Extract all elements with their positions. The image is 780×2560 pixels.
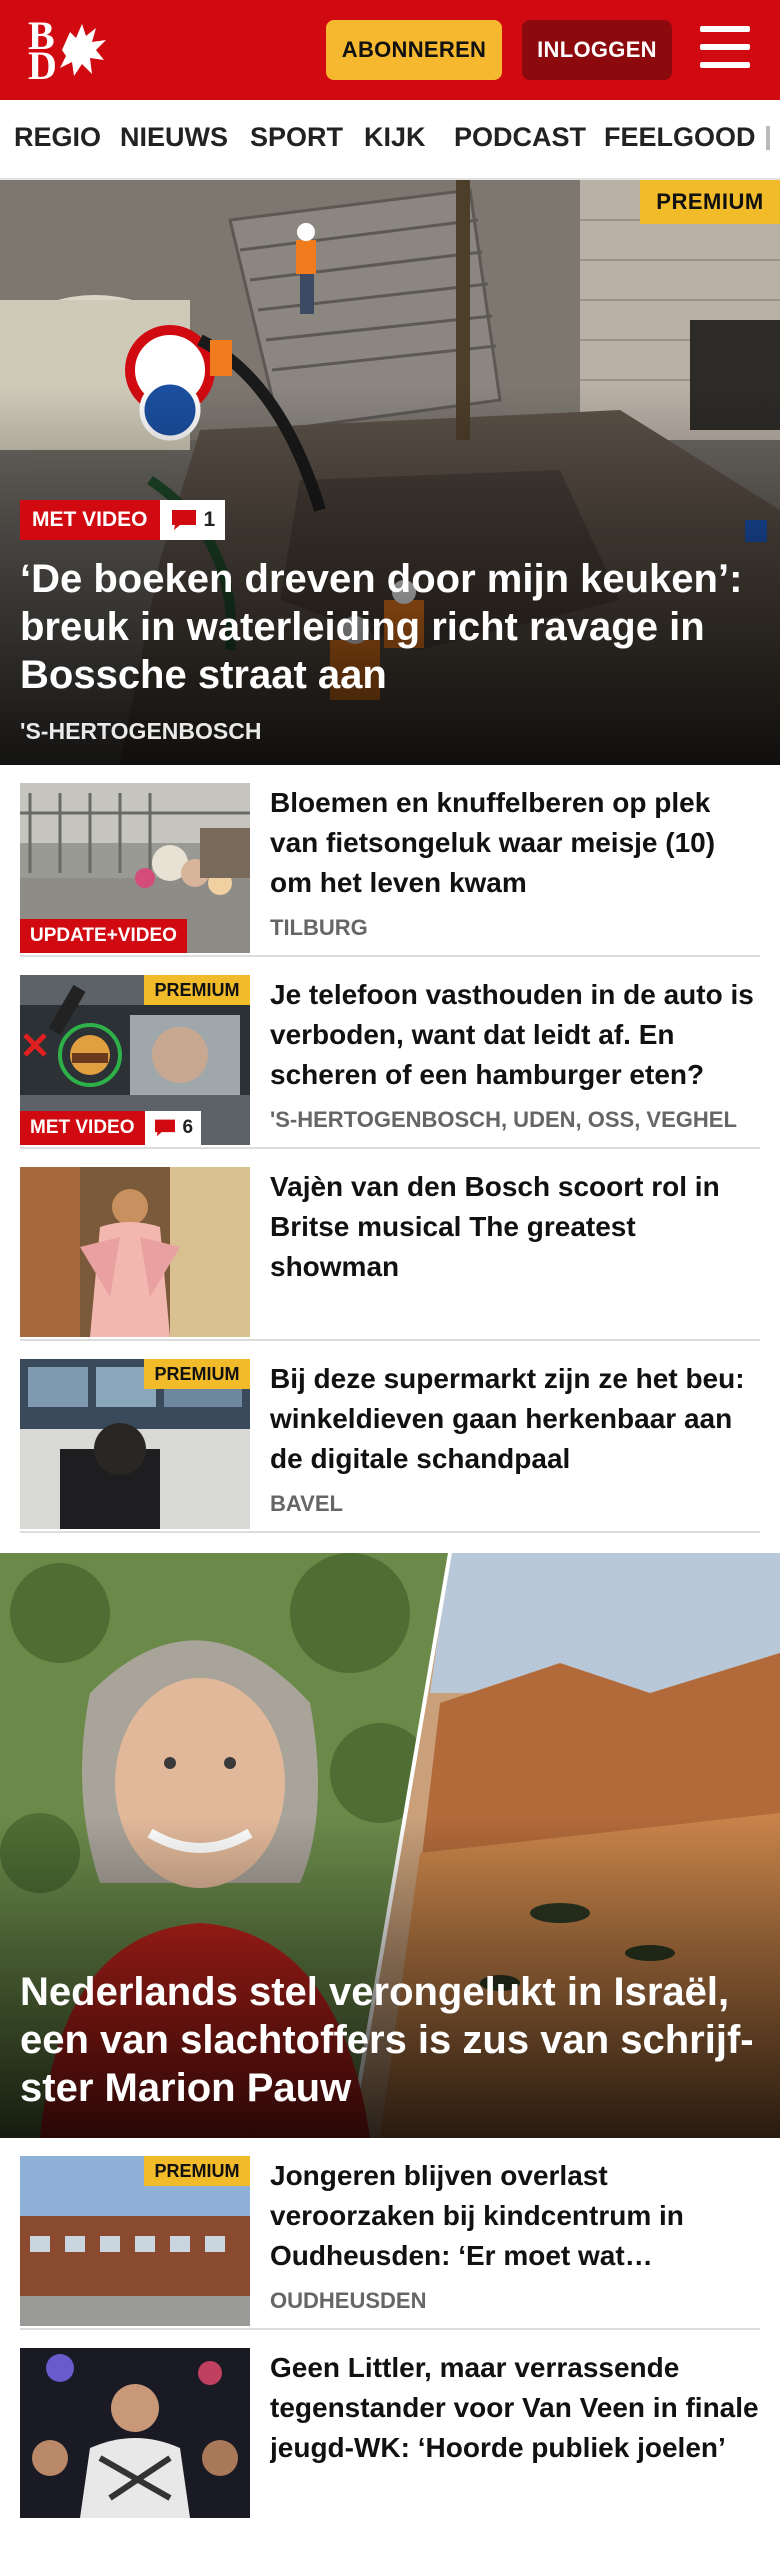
article-location: 'S-HERTOGENBOSCH, UDEN, OSS, VEGHEL [270, 1107, 737, 1132]
hamburger-icon[interactable] [700, 26, 752, 70]
nav-item-feelgood[interactable]: FEELGOOD [604, 122, 756, 153]
hero-title[interactable]: ‘De boeken dreven door mijn keuken’: bre… [20, 555, 760, 699]
hero-location: 'S-HERTOGENBOSCH [20, 718, 262, 744]
update-video-badge: UPDATE+VIDEO [20, 919, 187, 953]
premium-badge: PREMIUM [144, 1359, 250, 1389]
video-badge: MET VIDEO [20, 1111, 145, 1145]
article-thumbnail: UPDATE+VIDEO [20, 783, 250, 953]
article-title[interactable]: Jongeren blijven overlast veroorzaken bi… [270, 2156, 760, 2276]
list-item[interactable]: PREMIUM MET VIDEO 6 Je telefoon vasthoud… [20, 957, 760, 1149]
article-thumbnail [20, 2348, 250, 2518]
article-title[interactable]: Bloemen en knuffelberen op plek van fiet… [270, 783, 760, 903]
hero-badges: MET VIDEO 1 [20, 500, 226, 540]
subscribe-button[interactable]: ABONNEREN [326, 20, 502, 80]
nav-item-nieuws[interactable]: NIEUWS [120, 122, 228, 153]
article-thumbnail [20, 1167, 250, 1337]
article-location: OUDHEUSDEN [270, 2288, 427, 2313]
premium-badge: PREMIUM [144, 975, 250, 1005]
article-thumbnail: PREMIUM [20, 1359, 250, 1529]
login-button[interactable]: INLOGGEN [522, 20, 672, 80]
nav-item-sport[interactable]: SPORT [250, 122, 343, 153]
article-title[interactable]: Vajèn van den Bosch scoort rol in Britse… [270, 1167, 760, 1287]
list-item[interactable]: Vajèn van den Bosch scoort rol in Britse… [20, 1149, 760, 1341]
premium-badge: PREMIUM [144, 2156, 250, 2186]
nav-item-kijk[interactable]: KIJK [364, 122, 426, 153]
list-item[interactable]: PREMIUM Jongeren blijven overlast veroor… [20, 2138, 760, 2330]
article-thumbnail: PREMIUM [20, 2156, 250, 2326]
section-nav: REGIO NIEUWS SPORT KIJK PODCAST FEELGOOD [0, 100, 780, 180]
video-badge: MET VIDEO [20, 500, 160, 540]
feature-article[interactable]: Nederlands stel verongelukt in Israël, e… [0, 1553, 780, 2138]
comment-count-value: 6 [182, 1117, 194, 1138]
speech-bubble-icon [154, 1119, 175, 1137]
site-logo[interactable]: B D [26, 16, 112, 86]
article-title[interactable]: Bij deze supermarkt zijn ze het beu: win… [270, 1359, 760, 1479]
article-thumbnail: PREMIUM MET VIDEO 6 [20, 975, 250, 1145]
speech-bubble-icon [171, 510, 196, 530]
nav-overflow-indicator [766, 126, 770, 150]
article-badges: UPDATE+VIDEO [20, 919, 187, 953]
article-location: BAVEL [270, 1491, 343, 1516]
article-title[interactable]: Je telefoon vasthouden in de auto is ver… [270, 975, 760, 1095]
list-item[interactable]: UPDATE+VIDEO Bloemen en knuffelberen op … [20, 765, 760, 957]
top-header: B D ABONNEREN INLOGGEN [0, 0, 780, 100]
article-badges: MET VIDEO 6 [20, 1111, 202, 1145]
list-item[interactable]: Geen Littler, maar verrassende tegenstan… [20, 2330, 760, 2522]
article-title[interactable]: Geen Littler, maar verrassende tegenstan… [270, 2348, 760, 2468]
nav-item-regio[interactable]: REGIO [14, 122, 101, 153]
hero-article[interactable]: PREMIUM MET VIDEO 1 ‘De boeken dreven do… [0, 180, 780, 765]
comment-count-value: 1 [203, 508, 216, 531]
comment-count[interactable]: 6 [144, 1111, 202, 1145]
premium-badge: PREMIUM [640, 180, 780, 224]
dragon-logo-icon [60, 24, 106, 76]
list-item[interactable]: PREMIUM Bij deze supermarkt zijn ze het … [20, 1341, 760, 1533]
comment-count[interactable]: 1 [159, 500, 226, 540]
article-location: TILBURG [270, 915, 368, 940]
feature-title[interactable]: Nederlands stel verongelukt in Israël, e… [20, 1968, 765, 2112]
nav-item-podcast[interactable]: PODCAST [454, 122, 586, 153]
